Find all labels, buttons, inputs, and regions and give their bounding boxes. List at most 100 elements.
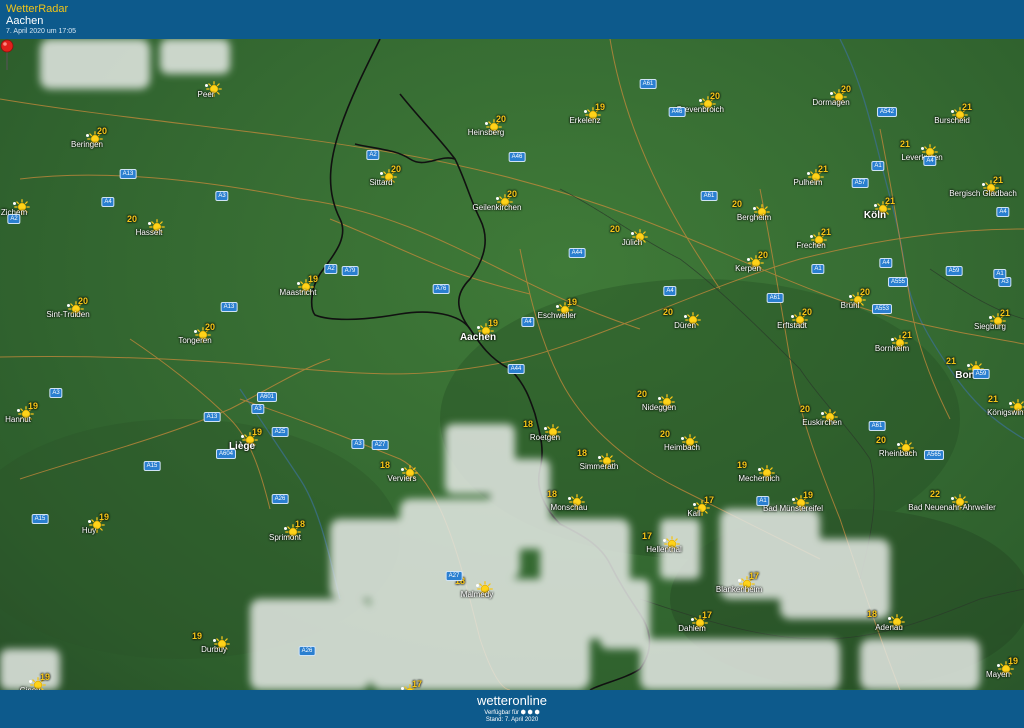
weather-marker[interactable]: 20 Erftstadt: [777, 307, 812, 330]
temperature-label: 20: [841, 84, 852, 94]
weather-marker[interactable]: 20 Dormagen: [812, 84, 851, 107]
weather-marker[interactable]: 19 Eschweiler: [538, 297, 577, 320]
temperature-label: 17: [704, 495, 715, 505]
weather-marker[interactable]: 18 Simmerath: [577, 448, 618, 471]
location-pin-icon[interactable]: [0, 39, 14, 71]
temperature-label: 19: [40, 672, 51, 682]
temperature-label: 21: [818, 164, 829, 174]
weather-marker[interactable]: 20 Rheinbach: [876, 435, 917, 458]
weather-marker[interactable]: 20 Heimbach: [660, 429, 700, 452]
weather-marker[interactable]: Peer: [198, 81, 222, 99]
weather-marker[interactable]: 20 Beringen: [71, 126, 107, 149]
temperature-label: 19: [803, 490, 814, 500]
road-badge: A13: [220, 302, 238, 312]
weather-marker[interactable]: 19 Erkelenz: [569, 102, 605, 125]
road-badge: A553: [871, 304, 893, 314]
city-name: Tongeren: [178, 336, 212, 345]
city-dot: [874, 204, 877, 207]
weather-marker[interactable]: 21 Bergisch Gladbach: [949, 175, 1017, 198]
weather-marker[interactable]: 18 Monschau: [547, 489, 587, 512]
footer-bar: wetteronline Verfügbar für ⬢ ⬢ ⬢ Stand: …: [0, 690, 1024, 728]
city-name: Hellenthal: [646, 545, 682, 554]
weather-marker[interactable]: 19 Aachen: [460, 318, 498, 343]
weather-marker[interactable]: 17Vielsalm: [401, 679, 422, 690]
weather-marker[interactable]: 20 Düren: [663, 307, 701, 330]
weather-marker[interactable]: 20 Heinsberg: [468, 114, 506, 137]
road-badge: A542: [876, 107, 898, 117]
road-badge: A57: [851, 178, 869, 188]
weather-marker[interactable]: 17 Dahlem: [678, 610, 712, 633]
city-name: Königswinter: [987, 408, 1024, 417]
weather-marker[interactable]: 20 Nideggen: [637, 389, 676, 412]
temperature-label: 18: [380, 460, 391, 470]
weather-marker[interactable]: 19 Durbuy: [192, 631, 230, 654]
temperature-label: 19: [192, 631, 203, 641]
weather-marker[interactable]: 18 Sprimont: [269, 519, 305, 542]
weather-marker[interactable]: Zichem: [1, 199, 30, 217]
weather-marker[interactable]: 19Ciney: [20, 672, 50, 690]
weather-marker[interactable]: 19 Huy: [82, 512, 109, 535]
weather-marker[interactable]: 18 Roetgen: [523, 419, 561, 442]
city-dot: [663, 539, 666, 542]
city-name: Erftstadt: [777, 321, 807, 330]
weather-marker[interactable]: 22 Bad Neuenahr-Ahrweiler: [908, 489, 996, 512]
road-badge: A2: [7, 214, 21, 224]
road-badge: A46: [668, 107, 686, 117]
weather-marker[interactable]: 18 Adenau: [867, 609, 905, 632]
weather-marker[interactable]: 19 Liège: [229, 427, 262, 452]
weather-marker[interactable]: 18 Malmedy: [455, 576, 493, 599]
weather-marker[interactable]: 21 Siegburg: [974, 308, 1010, 331]
weather-marker[interactable]: 21 Pulheim: [794, 164, 828, 187]
weather-map[interactable]: Peer 20 Beringen Zichem 20 Hasselt 20 Sint-Trui…: [0, 39, 1024, 690]
weather-marker[interactable]: 19 Mechernich: [737, 460, 780, 483]
weather-marker[interactable]: 19 Hannut: [5, 401, 38, 424]
temperature-label: 18: [867, 609, 878, 619]
city-name: Bornheim: [874, 344, 910, 353]
weather-marker[interactable]: 20 Euskirchen: [800, 404, 842, 427]
weather-marker[interactable]: 20 Brühl: [841, 287, 870, 310]
weather-marker[interactable]: 21 Köln: [864, 196, 895, 221]
road-badge: A1: [811, 264, 825, 274]
weather-marker[interactable]: 21 Burscheid: [934, 102, 972, 125]
road-badge: A555: [887, 277, 909, 287]
weather-marker[interactable]: 17 Kall: [687, 495, 714, 518]
weather-marker[interactable]: 20 Sittard: [369, 164, 401, 187]
city-dot: [791, 315, 794, 318]
road-badge: A61: [700, 191, 718, 201]
weather-marker[interactable]: 20 Grevenbroich: [676, 91, 724, 114]
weather-marker[interactable]: 19 Maastricht: [280, 274, 318, 297]
city-name: Kerpen: [735, 264, 761, 273]
city-dot: [693, 503, 696, 506]
city-dot: [810, 235, 813, 238]
city-name: Verviers: [387, 474, 417, 483]
weather-marker[interactable]: 20 Geilenkirchen: [473, 189, 522, 212]
weather-marker[interactable]: 20 Bergheim: [732, 199, 771, 222]
city-name: Euskirchen: [802, 418, 842, 427]
weather-marker[interactable]: 19 Mayen: [986, 656, 1018, 679]
weather-marker[interactable]: 21 Leverkusen: [900, 139, 943, 162]
brand-logo[interactable]: wetteronline: [0, 693, 1024, 708]
city-dot: [86, 134, 89, 137]
weather-marker[interactable]: 17 Blankenheim: [716, 571, 762, 594]
weather-marker[interactable]: 20 Kerpen: [735, 250, 768, 273]
temperature-label: 21: [902, 330, 913, 340]
weather-marker[interactable]: 20 Tongeren: [178, 322, 215, 345]
temperature-label: 20: [78, 296, 89, 306]
city-name: Peer: [197, 90, 215, 99]
temperature-label: 20: [97, 126, 108, 136]
weather-marker[interactable]: 19 Bad Münstereifel: [763, 490, 823, 513]
city-name: Burscheid: [934, 116, 970, 125]
city-dot: [989, 316, 992, 319]
weather-marker[interactable]: 21 Königswinter: [987, 394, 1024, 417]
weather-marker[interactable]: 20 Jülich: [610, 224, 648, 247]
weather-marker[interactable]: 20 Sint-Truiden: [46, 296, 89, 319]
temperature-label: 20: [800, 404, 811, 414]
weather-marker[interactable]: 21 Bornheim: [875, 330, 912, 353]
weather-marker[interactable]: 21 Frechen: [796, 227, 831, 250]
weather-marker[interactable]: 20 Hasselt: [127, 214, 165, 237]
weather-marker[interactable]: 21 Bonn: [946, 356, 984, 381]
weather-marker[interactable]: 18 Verviers: [380, 460, 418, 483]
city-dot: [205, 84, 208, 87]
city-name: Sint-Truiden: [46, 310, 90, 319]
weather-marker[interactable]: 17 Hellenthal: [642, 531, 682, 554]
